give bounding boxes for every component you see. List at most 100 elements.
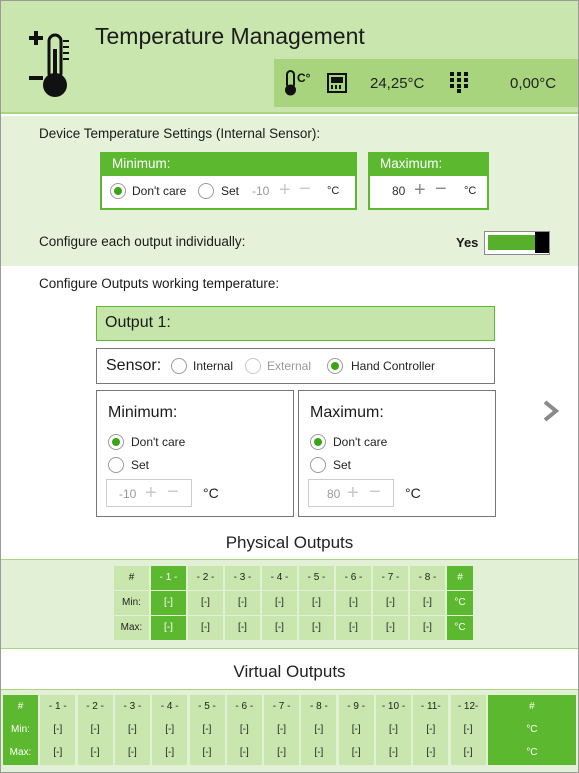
output-max-set-radio[interactable] bbox=[310, 457, 326, 473]
virtual-column-header[interactable]: - 11- bbox=[413, 695, 449, 719]
device-min-set-radio[interactable] bbox=[198, 183, 214, 199]
device-min-plus-button[interactable]: + bbox=[279, 180, 291, 200]
physical-min-cell[interactable]: [-] bbox=[410, 591, 445, 615]
output-max-dontcare-radio[interactable] bbox=[310, 434, 326, 450]
physical-column-header[interactable]: - 1 - bbox=[151, 566, 186, 590]
output-max-plus-button[interactable]: + bbox=[347, 483, 359, 503]
virtual-max-cell[interactable]: [-] bbox=[413, 741, 449, 765]
virtual-max-cell[interactable]: [-] bbox=[338, 741, 374, 765]
physical-column-header[interactable]: - 2 - bbox=[188, 566, 223, 590]
physical-column-header[interactable]: - 7 - bbox=[373, 566, 408, 590]
virtual-min-cell[interactable]: [-] bbox=[413, 718, 449, 742]
virtual-min-cell[interactable]: [-] bbox=[338, 718, 374, 742]
device-min-value[interactable]: -10 bbox=[252, 184, 269, 198]
output-min-dontcare-radio[interactable] bbox=[108, 434, 124, 450]
device-min-dontcare-radio[interactable] bbox=[110, 183, 126, 199]
output-max-dontcare-label: Don't care bbox=[333, 435, 388, 449]
virtual-min-cell[interactable]: [-] bbox=[77, 718, 113, 742]
virtual-unit-label: °C bbox=[487, 718, 576, 742]
virtual-max-cell[interactable]: [-] bbox=[226, 741, 262, 765]
physical-min-cell[interactable]: [-] bbox=[373, 591, 408, 615]
device-max-plus-button[interactable]: + bbox=[414, 180, 426, 200]
virtual-column-header[interactable]: - 5 - bbox=[189, 695, 225, 719]
physical-min-cell[interactable]: [-] bbox=[188, 591, 223, 615]
output-min-dontcare-label: Don't care bbox=[131, 435, 186, 449]
virtual-column-header[interactable]: - 3 - bbox=[114, 695, 150, 719]
virtual-max-cell[interactable]: [-] bbox=[450, 741, 486, 765]
virtual-min-cell[interactable]: [-] bbox=[114, 718, 150, 742]
physical-max-cell[interactable]: [-] bbox=[299, 616, 334, 640]
virtual-min-cell[interactable]: [-] bbox=[450, 718, 486, 742]
output-max-set-label: Set bbox=[333, 458, 352, 472]
virtual-column-header[interactable]: - 9 - bbox=[338, 695, 374, 719]
physical-column-header[interactable]: - 8 - bbox=[410, 566, 445, 590]
device-minimum-box: Minimum: Don't care Set -10 + − °C bbox=[100, 152, 357, 210]
virtual-min-cell[interactable]: [-] bbox=[226, 718, 262, 742]
virtual-min-cell[interactable]: [-] bbox=[40, 718, 76, 742]
physical-min-cell[interactable]: [-] bbox=[151, 591, 186, 615]
header: Temperature Management C° 24,25°C 0,00°C bbox=[1, 1, 578, 114]
output-maximum-label: Maximum: bbox=[310, 404, 384, 421]
virtual-row-label: Min: bbox=[3, 718, 38, 742]
virtual-min-cell[interactable]: [-] bbox=[376, 718, 411, 742]
physical-max-cell[interactable]: [-] bbox=[336, 616, 371, 640]
physical-max-cell[interactable]: [-] bbox=[410, 616, 445, 640]
virtual-max-cell[interactable]: [-] bbox=[152, 741, 188, 765]
virtual-max-cell[interactable]: [-] bbox=[376, 741, 411, 765]
toggle-knob[interactable] bbox=[535, 232, 549, 253]
virtual-min-cell[interactable]: [-] bbox=[264, 718, 300, 742]
physical-max-cell[interactable]: [-] bbox=[262, 616, 297, 640]
virtual-max-cell[interactable]: [-] bbox=[264, 741, 300, 765]
sensor-hand-controller-radio[interactable] bbox=[327, 358, 343, 374]
virtual-max-cell[interactable]: [-] bbox=[40, 741, 76, 765]
virtual-column-header[interactable]: - 10 - bbox=[376, 695, 411, 719]
output-min-unit: °C bbox=[203, 485, 219, 501]
physical-column-header[interactable]: - 4 - bbox=[262, 566, 297, 590]
virtual-column-header[interactable]: - 7 - bbox=[264, 695, 300, 719]
configure-each-toggle[interactable] bbox=[484, 231, 550, 255]
physical-column-header[interactable]: - 6 - bbox=[336, 566, 371, 590]
physical-min-cell[interactable]: [-] bbox=[299, 591, 334, 615]
sensor-internal-radio[interactable] bbox=[171, 358, 187, 374]
output-min-value[interactable]: -10 bbox=[119, 487, 136, 501]
virtual-min-cell[interactable]: [-] bbox=[152, 718, 188, 742]
physical-max-cell[interactable]: [-] bbox=[151, 616, 186, 640]
device-max-value[interactable]: 80 bbox=[392, 184, 405, 198]
device-maximum-box: Maximum: 80 + − °C bbox=[368, 152, 489, 210]
device-min-minus-button[interactable]: − bbox=[299, 179, 311, 199]
output-max-minus-button[interactable]: − bbox=[369, 482, 381, 502]
virtual-max-cell[interactable]: [-] bbox=[77, 741, 113, 765]
virtual-column-header[interactable]: - 4 - bbox=[152, 695, 188, 719]
output-max-value[interactable]: 80 bbox=[327, 487, 340, 501]
physical-max-cell[interactable]: [-] bbox=[188, 616, 223, 640]
virtual-column-header[interactable]: - 6 - bbox=[226, 695, 262, 719]
app-window: Temperature Management C° 24,25°C 0,00°C… bbox=[0, 0, 579, 773]
physical-column-header[interactable]: - 3 - bbox=[225, 566, 260, 590]
virtual-column-header[interactable]: - 1 - bbox=[40, 695, 76, 719]
output-min-minus-button[interactable]: − bbox=[167, 482, 179, 502]
virtual-max-cell[interactable]: [-] bbox=[189, 741, 225, 765]
output-min-set-radio[interactable] bbox=[108, 457, 124, 473]
virtual-column-header[interactable]: - 12- bbox=[450, 695, 486, 719]
physical-column-header[interactable]: - 5 - bbox=[299, 566, 334, 590]
virtual-max-cell[interactable]: [-] bbox=[114, 741, 150, 765]
physical-min-cell[interactable]: [-] bbox=[262, 591, 297, 615]
physical-max-cell[interactable]: [-] bbox=[373, 616, 408, 640]
configure-each-label: Configure each output individually: bbox=[39, 234, 246, 249]
physical-unit-label: # bbox=[447, 566, 473, 590]
output-min-plus-button[interactable]: + bbox=[145, 483, 157, 503]
next-output-chevron-icon[interactable] bbox=[541, 399, 561, 423]
physical-min-cell[interactable]: [-] bbox=[336, 591, 371, 615]
virtual-column-header[interactable]: - 8 - bbox=[301, 695, 337, 719]
toggle-fill bbox=[488, 235, 535, 250]
sensor-external-radio[interactable] bbox=[245, 358, 261, 374]
virtual-min-cell[interactable]: [-] bbox=[301, 718, 337, 742]
virtual-min-cell[interactable]: [-] bbox=[189, 718, 225, 742]
physical-max-cell[interactable]: [-] bbox=[225, 616, 260, 640]
virtual-max-cell[interactable]: [-] bbox=[301, 741, 337, 765]
virtual-column-header[interactable]: - 2 - bbox=[77, 695, 113, 719]
device-max-minus-button[interactable]: − bbox=[435, 179, 447, 199]
physical-outputs-table: # Min: Max: - 1 - [-] [-] - 2 - [-] [-] - 3 - [-][… bbox=[1, 559, 578, 649]
external-temperature: 0,00°C bbox=[510, 75, 557, 92]
physical-min-cell[interactable]: [-] bbox=[225, 591, 260, 615]
